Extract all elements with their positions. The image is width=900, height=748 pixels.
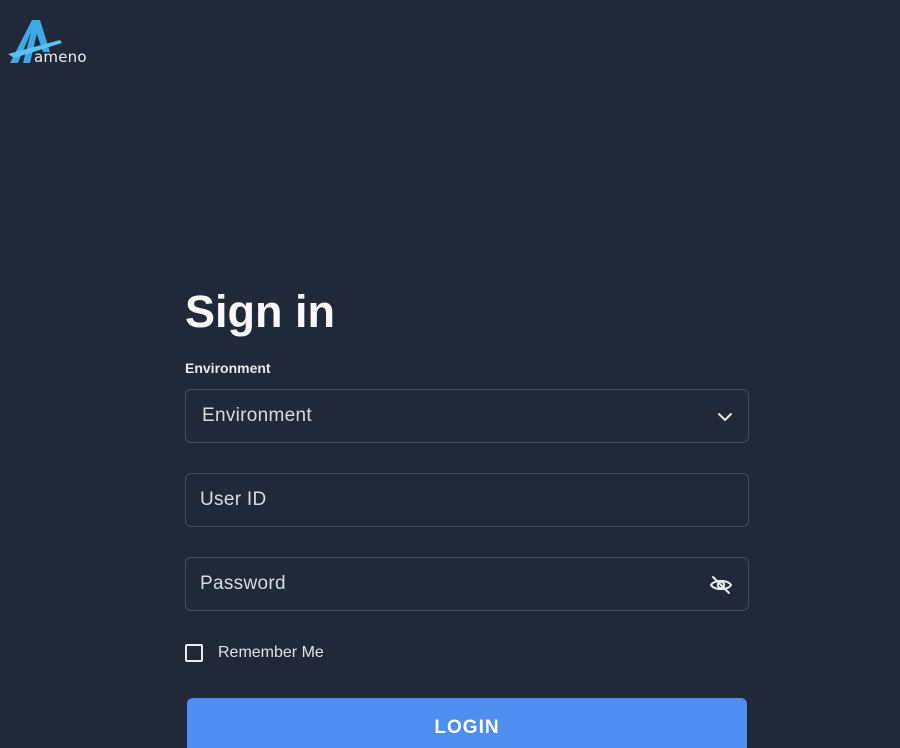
environment-select[interactable]: Environment xyxy=(185,389,749,443)
user-id-field[interactable]: User ID xyxy=(185,473,749,527)
remember-me-label[interactable]: Remember Me xyxy=(218,644,324,662)
eye-off-icon[interactable] xyxy=(709,573,733,597)
brand-logo: ameno xyxy=(6,18,98,66)
login-button[interactable]: LOGIN xyxy=(187,698,747,748)
page-title: Sign in xyxy=(185,286,335,337)
environment-label: Environment xyxy=(185,360,271,376)
signin-form: Sign in Environment Environment User ID … xyxy=(185,284,749,663)
remember-me-checkbox[interactable] xyxy=(185,644,203,662)
password-placeholder: Password xyxy=(200,573,286,594)
login-page: ameno Sign in Environment Environment Us… xyxy=(0,0,900,748)
brand-name: ameno xyxy=(34,48,87,66)
environment-select-value: Environment xyxy=(202,405,312,426)
chevron-down-icon xyxy=(718,413,732,421)
user-id-placeholder: User ID xyxy=(200,489,267,510)
password-field[interactable]: Password xyxy=(185,557,749,611)
remember-me: Remember Me xyxy=(185,643,749,663)
